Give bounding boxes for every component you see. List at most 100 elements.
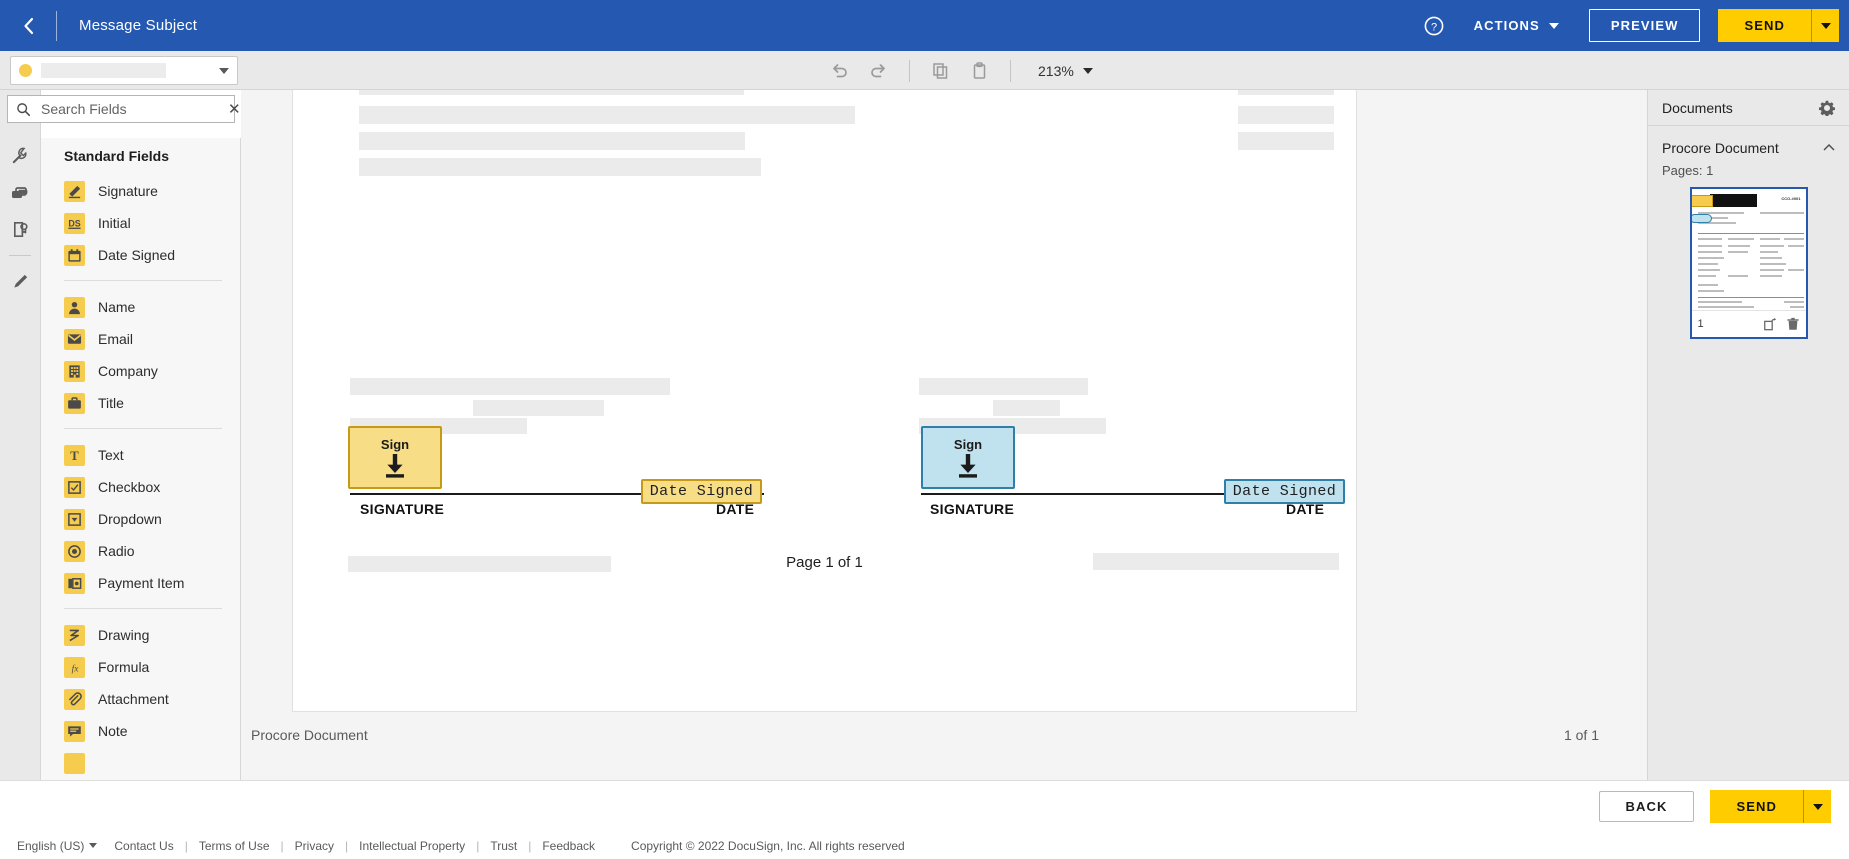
footer-link-feedback[interactable]: Feedback bbox=[542, 839, 595, 853]
checkbox-icon bbox=[64, 476, 85, 498]
chevron-down-icon bbox=[1812, 803, 1823, 810]
date-signed-tag-recipient-1[interactable]: Date Signed bbox=[641, 479, 762, 504]
send-button-group: SEND bbox=[1718, 9, 1839, 42]
preview-button[interactable]: PREVIEW bbox=[1588, 9, 1701, 42]
field-label: Name bbox=[98, 299, 136, 315]
send-dropdown-button[interactable] bbox=[1811, 9, 1839, 42]
language-selector[interactable]: English (US) bbox=[17, 838, 98, 853]
field-item-company[interactable]: Company bbox=[41, 355, 240, 387]
field-label: Date Signed bbox=[98, 247, 176, 263]
footer-link-terms-of-use[interactable]: Terms of Use bbox=[199, 839, 270, 853]
top-bar: Message Subject ? ACTIONS PREVIEW SEND bbox=[0, 0, 1849, 51]
briefcase-icon bbox=[64, 392, 85, 414]
redacted-text bbox=[1238, 106, 1334, 124]
trash-icon[interactable] bbox=[1786, 317, 1800, 331]
redo-icon[interactable] bbox=[863, 55, 894, 86]
footer-separator: | bbox=[184, 838, 188, 853]
signature-tag-recipient-1[interactable]: Sign bbox=[348, 426, 442, 489]
back-button[interactable]: BACK bbox=[1598, 791, 1695, 822]
page-thumbnail[interactable]: CCO-#001 1 bbox=[1689, 187, 1808, 339]
field-item-email[interactable]: Email bbox=[41, 323, 240, 355]
redacted-text bbox=[359, 90, 744, 95]
documents-panel: Documents Procore Document Pages: 1 CCO-… bbox=[1647, 90, 1849, 780]
custom-fields-icon[interactable] bbox=[2, 137, 38, 174]
recipient-color-dot bbox=[19, 64, 32, 77]
field-item-title[interactable]: Title bbox=[41, 387, 240, 419]
field-item-payment[interactable]: Payment Item bbox=[41, 567, 240, 599]
chevron-up-icon[interactable] bbox=[1823, 139, 1835, 157]
rotate-icon[interactable] bbox=[1763, 317, 1777, 331]
document-group-row[interactable]: Procore Document bbox=[1648, 126, 1849, 159]
field-item-text[interactable]: T Text bbox=[41, 439, 240, 471]
document-canvas[interactable]: SIGNATURE DATE SIGNATURE DATE Sign Date … bbox=[241, 90, 1647, 780]
send-button[interactable]: SEND bbox=[1718, 9, 1811, 42]
footer-link-contact-us[interactable]: Contact Us bbox=[114, 839, 173, 853]
undo-icon[interactable] bbox=[824, 55, 855, 86]
language-label: English (US) bbox=[17, 838, 85, 853]
send-dropdown-button-bottom[interactable] bbox=[1803, 790, 1831, 823]
close-icon[interactable]: ✕ bbox=[224, 102, 241, 117]
document-footer-name: Procore Document bbox=[251, 727, 368, 743]
field-item-checkbox[interactable]: Checkbox bbox=[41, 471, 240, 503]
redacted-text bbox=[919, 378, 1088, 395]
chevron-down-icon bbox=[89, 843, 98, 848]
paperclip-icon bbox=[64, 688, 85, 710]
field-item-name[interactable]: Name bbox=[41, 291, 240, 323]
chevron-down-icon bbox=[1082, 67, 1093, 74]
help-circle-icon[interactable]: ? bbox=[1418, 10, 1450, 42]
send-button-group-bottom: SEND bbox=[1710, 790, 1831, 823]
field-item-signature[interactable]: Signature bbox=[41, 175, 240, 207]
thumbnail-tag-yellow bbox=[1691, 195, 1713, 207]
redacted-text bbox=[359, 106, 855, 124]
tools-rail bbox=[0, 90, 41, 780]
tag-label: Sign bbox=[953, 436, 983, 452]
fields-group-divider bbox=[64, 608, 222, 609]
actions-menu-button[interactable]: ACTIONS bbox=[1464, 18, 1569, 33]
drawing-icon bbox=[64, 624, 85, 646]
footer-separator: | bbox=[280, 838, 284, 853]
date-signed-tag-recipient-2[interactable]: Date Signed bbox=[1224, 479, 1345, 504]
calendar-icon bbox=[64, 244, 85, 266]
envelope-icon bbox=[64, 328, 85, 350]
thumbnail-toolbar: 1 bbox=[1691, 310, 1806, 337]
copyright-text: Copyright © 2022 DocuSign, Inc. All righ… bbox=[631, 838, 905, 853]
document-footer-count: 1 of 1 bbox=[1563, 727, 1599, 743]
actions-label: ACTIONS bbox=[1473, 18, 1540, 33]
search-input[interactable] bbox=[39, 100, 224, 118]
seal-certificate-icon[interactable] bbox=[2, 211, 38, 248]
recipient-selector[interactable] bbox=[10, 56, 238, 85]
paste-icon[interactable] bbox=[964, 55, 995, 86]
field-item-partial[interactable] bbox=[41, 747, 240, 779]
annotate-pencil-icon[interactable] bbox=[2, 263, 38, 300]
send-button-bottom[interactable]: SEND bbox=[1710, 790, 1803, 823]
recipient-name-redacted bbox=[41, 63, 166, 78]
gear-icon[interactable] bbox=[1819, 100, 1835, 116]
standard-fields-list[interactable]: Standard Fields Signature DS Initial Dat… bbox=[41, 138, 241, 780]
field-item-radio[interactable]: Radio bbox=[41, 535, 240, 567]
search-fields-box[interactable]: ✕ bbox=[7, 95, 241, 123]
field-item-date-signed[interactable]: Date Signed bbox=[41, 239, 240, 271]
svg-text:T: T bbox=[70, 449, 79, 463]
merge-fields-icon[interactable] bbox=[2, 174, 38, 211]
footer-link-intellectual-property[interactable]: Intellectual Property bbox=[359, 839, 465, 853]
fields-scrollbar[interactable] bbox=[236, 138, 240, 780]
field-item-formula[interactable]: fx Formula bbox=[41, 651, 240, 683]
zoom-level-selector[interactable]: 213% bbox=[1038, 63, 1093, 79]
signature-tag-recipient-2[interactable]: Sign bbox=[921, 426, 1015, 489]
field-item-dropdown[interactable]: Dropdown bbox=[41, 503, 240, 535]
document-page[interactable]: SIGNATURE DATE SIGNATURE DATE Sign Date … bbox=[292, 90, 1357, 712]
zoom-level-value: 213% bbox=[1038, 62, 1074, 79]
copy-icon[interactable] bbox=[925, 55, 956, 86]
field-item-initial[interactable]: DS Initial bbox=[41, 207, 240, 239]
footer-link-privacy[interactable]: Privacy bbox=[295, 839, 334, 853]
field-item-note[interactable]: Note bbox=[41, 715, 240, 747]
field-item-attachment[interactable]: Attachment bbox=[41, 683, 240, 715]
toolbar-divider bbox=[909, 59, 910, 82]
footer-link-trust[interactable]: Trust bbox=[490, 839, 517, 853]
redacted-text bbox=[993, 400, 1060, 416]
building-icon bbox=[64, 360, 85, 382]
back-icon[interactable] bbox=[0, 0, 56, 51]
field-item-drawing[interactable]: Drawing bbox=[41, 619, 240, 651]
footer-separator: | bbox=[345, 838, 349, 853]
fields-list-inner: Standard Fields Signature DS Initial Dat… bbox=[41, 138, 240, 779]
